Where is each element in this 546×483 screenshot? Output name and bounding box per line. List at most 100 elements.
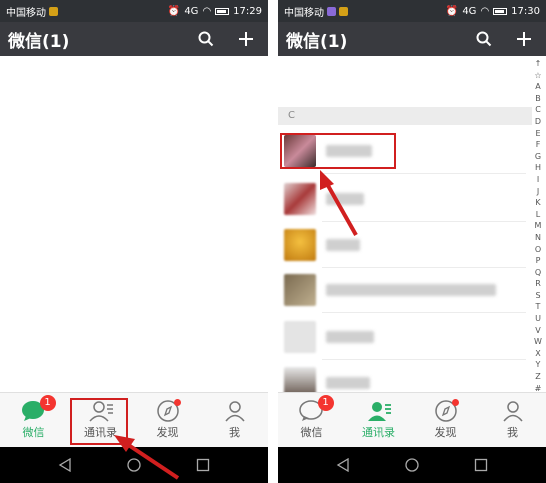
contact-row[interactable] <box>284 180 526 218</box>
contacts-icon <box>367 402 391 421</box>
back-icon[interactable] <box>58 458 72 472</box>
contact-list: C ↑ ☆ A B C D E F G H I J K L M N O P Q … <box>278 56 546 408</box>
person-icon <box>224 401 245 422</box>
new-dot <box>173 399 181 406</box>
index-letter[interactable]: S <box>535 290 540 302</box>
tab-label: 微信 <box>300 426 323 439</box>
index-letter[interactable]: O <box>535 244 541 256</box>
tab-wechat[interactable]: 1 微信 <box>278 393 345 447</box>
contacts-tab-highlight <box>70 398 128 445</box>
index-letter[interactable]: Z <box>535 371 540 383</box>
signal-label: 4G <box>462 5 477 17</box>
index-letter[interactable]: I <box>537 174 539 186</box>
avatar <box>284 183 316 215</box>
left-phone-screen: 中国移动 ⏰ 4G ◠ 17:29 微信(1) 1 微信 通讯录 发现 我 <box>0 0 268 483</box>
index-letter[interactable]: J <box>537 186 539 198</box>
avatar <box>284 274 316 306</box>
tab-contacts[interactable]: 通讯录 <box>345 393 412 447</box>
index-letter[interactable]: Q <box>535 267 541 279</box>
index-letter[interactable]: W <box>534 336 542 348</box>
index-letter[interactable]: P <box>536 255 541 267</box>
index-letter[interactable]: U <box>535 313 541 325</box>
index-letter[interactable]: R <box>535 278 541 290</box>
tab-me[interactable]: 我 <box>479 393 546 447</box>
person-icon <box>502 401 523 422</box>
android-nav-bar <box>0 447 268 483</box>
contact-name-blurred <box>326 377 370 389</box>
chat-list <box>0 56 268 408</box>
section-header: C <box>278 107 532 125</box>
contact-row[interactable] <box>284 271 526 309</box>
tab-label: 我 <box>229 426 240 439</box>
avatar <box>284 229 316 261</box>
wifi-icon: ◠ <box>202 5 212 17</box>
tab-wechat[interactable]: 1 微信 <box>0 393 67 447</box>
new-dot <box>451 399 459 406</box>
status-time: 17:30 <box>511 5 540 17</box>
home-icon[interactable] <box>127 458 141 472</box>
index-letter[interactable]: C <box>535 104 541 116</box>
recents-icon[interactable] <box>474 458 488 472</box>
app-header: 微信(1) <box>278 22 546 56</box>
index-letter[interactable]: ↑ <box>535 58 542 70</box>
notification-icon <box>339 6 348 16</box>
carrier-name: 中国移动 <box>6 7 46 19</box>
page-title: 微信(1) <box>8 31 70 52</box>
recents-icon[interactable] <box>196 458 210 472</box>
contact-name-blurred <box>326 331 374 343</box>
home-icon[interactable] <box>405 458 419 472</box>
tab-label: 发现 <box>434 426 457 439</box>
notification-icon <box>49 6 58 16</box>
index-letter[interactable]: M <box>535 220 542 232</box>
search-icon[interactable] <box>192 25 220 53</box>
wifi-icon: ◠ <box>480 5 490 17</box>
tab-discover[interactable]: 发现 <box>412 393 479 447</box>
index-letter[interactable]: A <box>535 81 540 93</box>
battery-icon <box>493 7 508 15</box>
contact-highlight <box>280 133 396 169</box>
tab-label: 微信 <box>22 426 45 439</box>
page-title: 微信(1) <box>286 31 348 52</box>
index-letter[interactable]: D <box>535 116 541 128</box>
app-header: 微信(1) <box>0 22 268 56</box>
index-letter[interactable]: B <box>535 93 541 105</box>
battery-icon <box>215 7 230 15</box>
carrier-name: 中国移动 <box>284 7 324 19</box>
index-letter[interactable]: F <box>536 139 541 151</box>
index-letter[interactable]: E <box>535 128 540 140</box>
index-letter[interactable]: ☆ <box>534 70 541 82</box>
status-bar: 中国移动 ⏰ 4G ◠ 17:29 <box>0 0 268 22</box>
index-letter[interactable]: H <box>535 162 541 174</box>
unread-badge: 1 <box>39 395 56 411</box>
back-icon[interactable] <box>336 458 350 472</box>
contact-row[interactable] <box>284 226 526 264</box>
index-letter[interactable]: V <box>535 325 540 337</box>
tab-label: 发现 <box>156 426 179 439</box>
add-icon[interactable] <box>232 25 260 53</box>
avatar <box>284 321 316 353</box>
signal-label: 4G <box>184 5 199 17</box>
tab-me[interactable]: 我 <box>201 393 268 447</box>
android-nav-bar <box>278 447 546 483</box>
contact-name-blurred <box>326 193 364 205</box>
contact-name-blurred <box>326 239 360 251</box>
alarm-icon: ⏰ <box>445 5 459 17</box>
index-letter[interactable]: G <box>535 151 541 163</box>
index-letter[interactable]: L <box>536 209 540 221</box>
add-icon[interactable] <box>510 25 538 53</box>
alphabet-index[interactable]: ↑ ☆ A B C D E F G H I J K L M N O P Q R S T U V W X Y Z # <box>532 58 544 394</box>
status-time: 17:29 <box>233 5 262 17</box>
bottom-tab-bar: 1 微信 通讯录 发现 我 <box>0 392 268 447</box>
index-letter[interactable]: Y <box>536 359 541 371</box>
index-letter[interactable]: X <box>535 348 540 360</box>
notification-icon <box>327 6 336 16</box>
tab-discover[interactable]: 发现 <box>134 393 201 447</box>
tab-label: 我 <box>507 426 518 439</box>
contact-row[interactable] <box>284 318 526 356</box>
index-letter[interactable]: N <box>535 232 541 244</box>
index-letter[interactable]: K <box>535 197 540 209</box>
contact-name-blurred <box>326 284 496 296</box>
index-letter[interactable]: T <box>536 301 541 313</box>
search-icon[interactable] <box>470 25 498 53</box>
status-bar: 中国移动 ⏰ 4G ◠ 17:30 <box>278 0 546 22</box>
